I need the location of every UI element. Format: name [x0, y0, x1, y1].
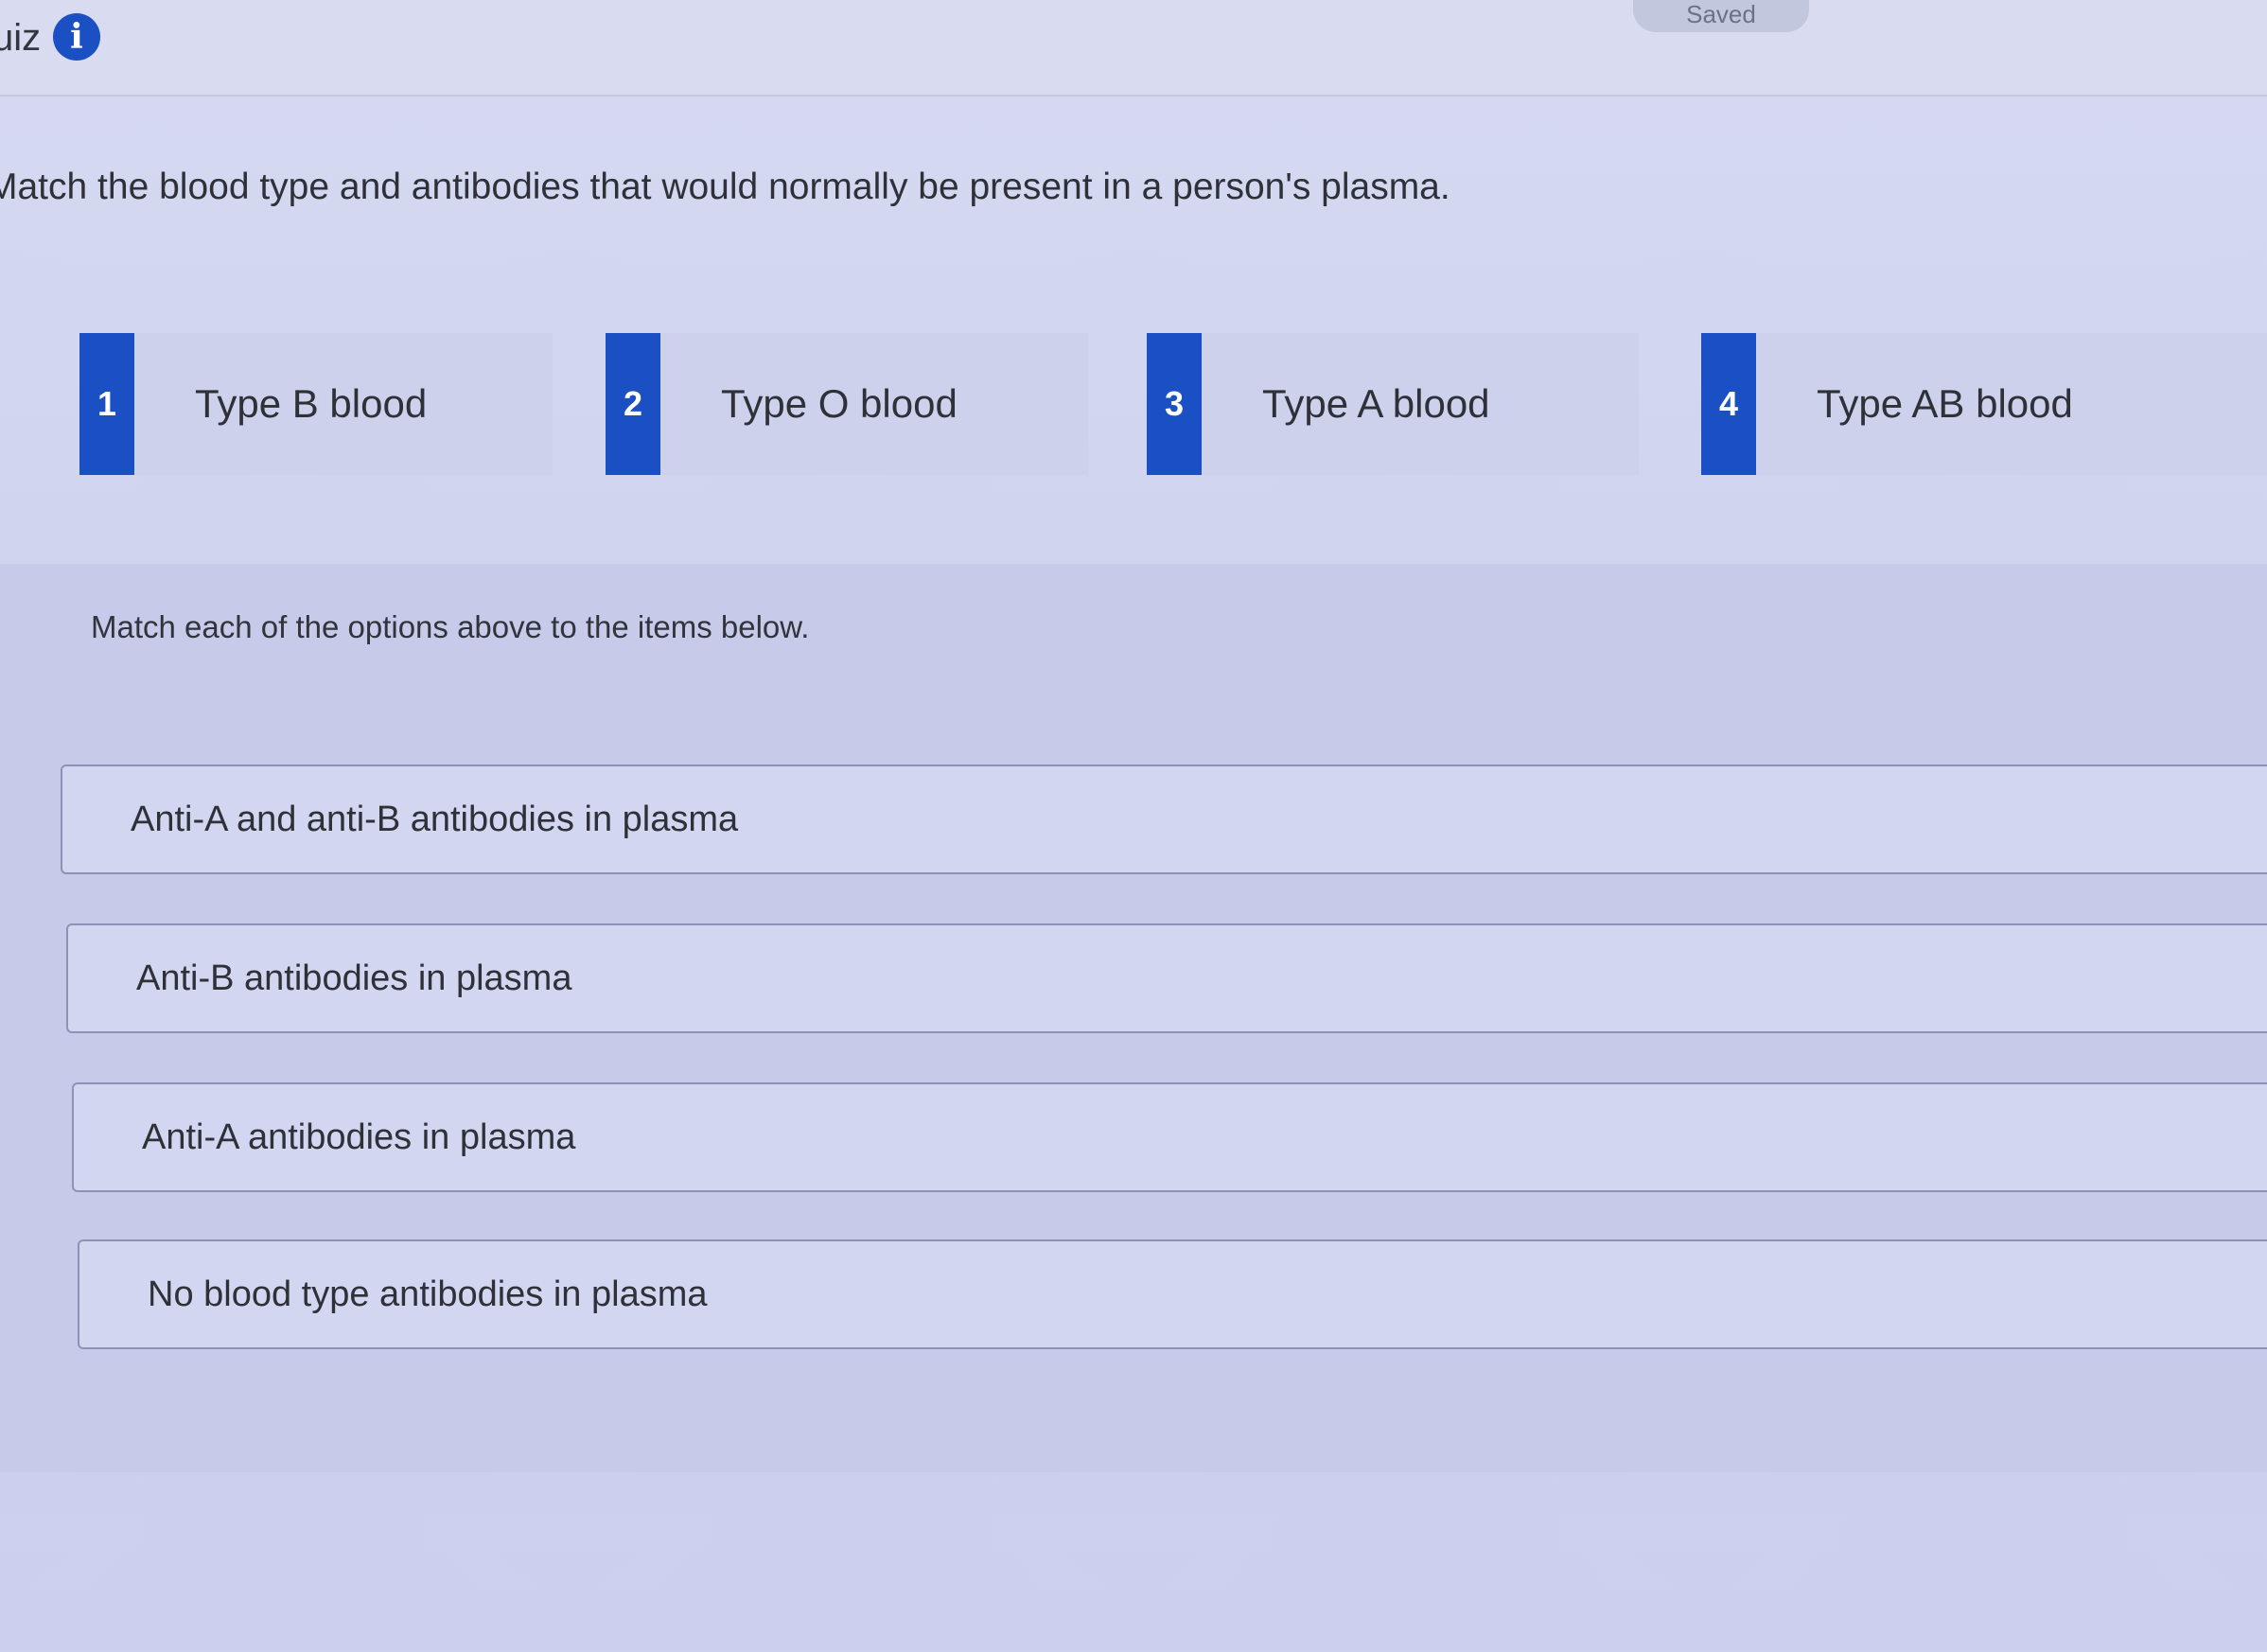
match-item-label: Anti-A antibodies in plasma	[142, 1117, 576, 1157]
option-number-badge[interactable]: 4	[1701, 333, 1756, 475]
options-row: 1 Type B blood 2 Type O blood 3 Type A b…	[79, 333, 2267, 484]
match-item-label: Anti-B antibodies in plasma	[136, 958, 572, 998]
match-target-4[interactable]: No blood type antibodies in plasma	[78, 1239, 2267, 1349]
option-label: Type A blood	[1262, 381, 1490, 426]
option-number-badge[interactable]: 1	[79, 333, 134, 475]
match-instruction: Match each of the options above to the i…	[91, 609, 810, 644]
match-target-2[interactable]: Anti-B antibodies in plasma	[66, 923, 2267, 1033]
page-title: uiz	[0, 17, 42, 59]
info-icon[interactable]: i	[53, 13, 100, 61]
option-number-badge[interactable]: 3	[1147, 333, 1202, 475]
saved-status-badge: Saved	[1633, 0, 1809, 32]
match-item-label: Anti-A and anti-B antibodies in plasma	[131, 800, 739, 839]
option-card-1[interactable]: 1 Type B blood	[79, 333, 553, 475]
match-item-label: No blood type antibodies in plasma	[148, 1274, 708, 1314]
match-target-1[interactable]: Anti-A and anti-B antibodies in plasma	[61, 764, 2267, 874]
option-label: Type AB blood	[1817, 381, 2073, 426]
match-target-3[interactable]: Anti-A antibodies in plasma	[72, 1082, 2267, 1192]
option-card-3[interactable]: 3 Type A blood	[1147, 333, 1639, 475]
question-prompt: Match the blood type and antibodies that…	[0, 167, 1450, 207]
option-card-4[interactable]: 4 Type AB blood	[1701, 333, 2267, 475]
option-card-2[interactable]: 2 Type O blood	[606, 333, 1088, 475]
option-label: Type O blood	[721, 381, 958, 426]
option-label: Type B blood	[195, 381, 428, 426]
header-bar	[0, 0, 2267, 97]
option-number-badge[interactable]: 2	[606, 333, 660, 475]
